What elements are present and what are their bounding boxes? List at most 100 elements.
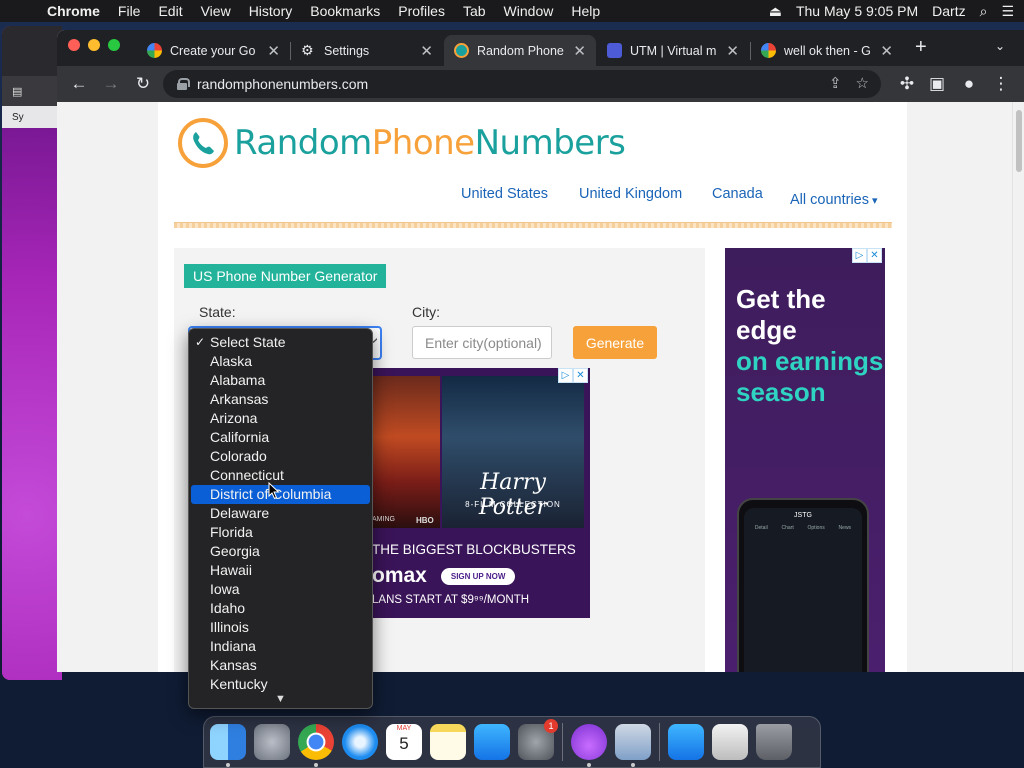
dropdown-option[interactable]: Florida	[189, 523, 372, 542]
dropdown-option[interactable]: Arizona	[189, 409, 372, 428]
document-icon[interactable]	[712, 724, 748, 760]
menu-view[interactable]: View	[192, 3, 240, 19]
system-preferences-icon[interactable]: 1	[518, 719, 558, 760]
dropdown-option[interactable]: Arkansas	[189, 390, 372, 409]
tab-well-ok-then[interactable]: well ok then - G ✕	[751, 35, 903, 66]
control-center-icon[interactable]: ☰	[1001, 3, 1014, 20]
new-tab-icon[interactable]: +	[915, 36, 927, 59]
finder-icon[interactable]	[210, 724, 246, 767]
address-bar[interactable]: randomphonenumbers.com ⇪ ☆	[163, 70, 881, 98]
extensions-icon[interactable]: ✣	[895, 72, 919, 96]
menu-user[interactable]: Dartz	[932, 3, 965, 19]
lock-icon[interactable]	[177, 78, 190, 90]
bookmark-star-icon[interactable]: ☆	[856, 74, 869, 92]
dropdown-option[interactable]: Georgia	[189, 542, 372, 561]
dropdown-option[interactable]: Delaware	[189, 504, 372, 523]
back-icon[interactable]: ←	[67, 72, 91, 96]
menu-clock[interactable]: Thu May 5 9:05 PM	[796, 3, 918, 19]
scroll-down-arrow-icon[interactable]: ▼	[189, 693, 372, 705]
hbo-max-ad[interactable]: Harry Potter 8-FILM COLLECTION AMING HBO…	[372, 368, 590, 618]
spotlight-search-icon[interactable]: ⌕	[980, 3, 988, 20]
calendar-icon[interactable]: MAY 5	[386, 724, 422, 760]
utm-app-icon[interactable]	[571, 724, 607, 767]
menu-history[interactable]: History	[240, 3, 302, 19]
menu-app-name[interactable]: Chrome	[38, 3, 109, 19]
background-window[interactable]: ▤ Sy	[2, 26, 62, 680]
dropdown-option[interactable]: Iowa	[189, 580, 372, 599]
forward-icon[interactable]: →	[99, 72, 123, 96]
nav-united-kingdom[interactable]: United Kingdom	[579, 186, 682, 202]
ad-choices-icon[interactable]: ▷	[852, 248, 867, 263]
ad-signup-button[interactable]: SIGN UP NOW	[440, 567, 516, 585]
menu-help[interactable]: Help	[562, 3, 609, 19]
running-indicator	[631, 763, 635, 767]
menu-edit[interactable]: Edit	[149, 3, 191, 19]
dropdown-option[interactable]: California	[189, 428, 372, 447]
nav-united-states[interactable]: United States	[461, 186, 548, 202]
nav-all-countries[interactable]: All countries	[790, 192, 878, 208]
dropdown-option[interactable]: Illinois	[189, 618, 372, 637]
close-window-icon[interactable]	[68, 39, 80, 51]
share-icon[interactable]: ⇪	[829, 74, 842, 92]
profile-icon[interactable]: ●	[957, 72, 981, 96]
menu-tab[interactable]: Tab	[454, 3, 495, 19]
dropdown-option[interactable]: Idaho	[189, 599, 372, 618]
dropdown-option[interactable]: Select State	[189, 333, 372, 352]
dropdown-option[interactable]: Indiana	[189, 637, 372, 656]
close-tab-icon[interactable]: ✕	[573, 42, 586, 60]
phone-handset-icon	[193, 132, 214, 155]
ad-choices-icon[interactable]: ▷	[558, 368, 573, 383]
close-tab-icon[interactable]: ✕	[267, 42, 280, 60]
launchpad-icon[interactable]	[254, 724, 290, 760]
generate-button[interactable]: Generate	[573, 326, 657, 359]
ad-choices[interactable]: ▷ ✕	[558, 368, 588, 383]
state-dropdown-list[interactable]: Select State Alaska Alabama Arkansas Ari…	[188, 328, 373, 709]
chrome-icon[interactable]	[298, 724, 334, 767]
chrome-menu-icon[interactable]: ⋮	[989, 72, 1013, 96]
minimize-window-icon[interactable]	[88, 39, 100, 51]
preview-icon[interactable]	[615, 724, 651, 767]
dropdown-option[interactable]: Kentucky	[189, 675, 372, 694]
downloads-app-store-icon[interactable]	[668, 724, 704, 760]
page-scrollbar[interactable]	[1012, 102, 1024, 672]
tab-random-phone[interactable]: Random Phone ✕	[444, 35, 596, 66]
tab-settings[interactable]: ⚙ Settings ✕	[291, 35, 443, 66]
background-window-tab[interactable]: Sy	[2, 106, 62, 128]
tab-utm[interactable]: UTM | Virtual m ✕	[597, 35, 749, 66]
dropdown-option-highlighted[interactable]: District of Columbia	[191, 485, 370, 504]
notes-icon[interactable]	[430, 724, 466, 760]
tab-create-google[interactable]: Create your Go ✕	[137, 35, 290, 66]
dropdown-option[interactable]: Kansas	[189, 656, 372, 675]
menu-window[interactable]: Window	[495, 3, 563, 19]
menu-bookmarks[interactable]: Bookmarks	[301, 3, 389, 19]
ad-choices[interactable]: ▷ ✕	[852, 248, 882, 263]
calendar-month: MAY	[396, 725, 412, 732]
menu-profiles[interactable]: Profiles	[389, 3, 454, 19]
dropdown-option[interactable]: Hawaii	[189, 561, 372, 580]
zoom-window-icon[interactable]	[108, 39, 120, 51]
menu-file[interactable]: File	[109, 3, 150, 19]
close-tab-icon[interactable]: ✕	[880, 42, 893, 60]
utm-icon	[607, 43, 622, 58]
scrollbar-thumb[interactable]	[1016, 110, 1022, 172]
ad-close-icon[interactable]: ✕	[867, 248, 882, 263]
tab-search-chevron-icon[interactable]: ⌄	[995, 39, 1005, 53]
dropdown-option[interactable]: Colorado	[189, 447, 372, 466]
safari-icon[interactable]	[342, 724, 378, 760]
close-tab-icon[interactable]: ✕	[726, 42, 739, 60]
sidebar-icon[interactable]: ▣	[925, 72, 949, 96]
site-logo[interactable]: RandomPhoneNumbers	[178, 118, 626, 168]
dropdown-option[interactable]: Connecticut	[189, 466, 372, 485]
phone-icon	[454, 43, 469, 58]
earnings-ad[interactable]: ▷ ✕ Get the edge on earnings season JSTG…	[725, 248, 885, 672]
dropdown-option[interactable]: Alabama	[189, 371, 372, 390]
ad-close-icon[interactable]: ✕	[573, 368, 588, 383]
dropdown-option[interactable]: Alaska	[189, 352, 372, 371]
app-store-icon[interactable]	[474, 724, 510, 760]
trash-icon[interactable]	[756, 724, 792, 760]
close-tab-icon[interactable]: ✕	[420, 42, 433, 60]
eject-icon[interactable]: ⏏	[769, 3, 782, 20]
reload-icon[interactable]: ↻	[131, 72, 155, 96]
city-input[interactable]	[412, 326, 552, 359]
nav-canada[interactable]: Canada	[712, 186, 763, 202]
